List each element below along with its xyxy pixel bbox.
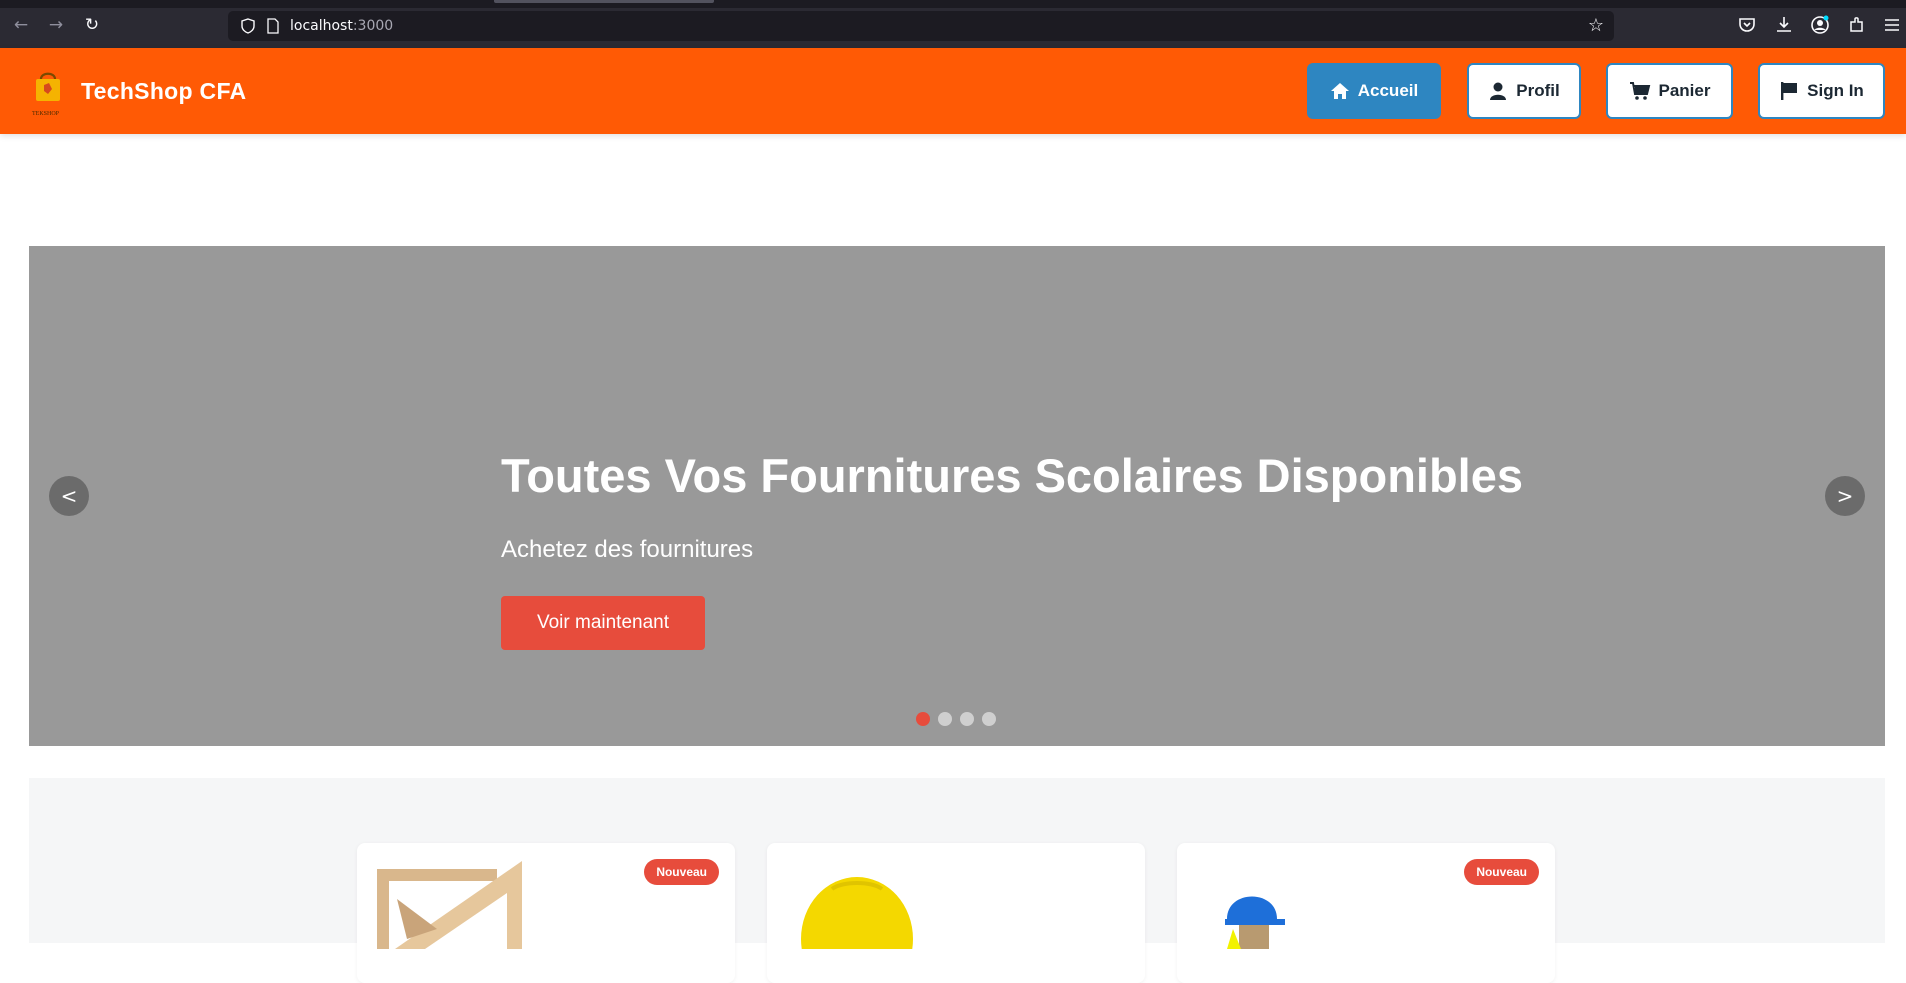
product-card[interactable]: Nouveau bbox=[357, 843, 735, 983]
menu-icon[interactable] bbox=[1881, 14, 1903, 36]
nav-accueil-button[interactable]: Accueil bbox=[1307, 63, 1441, 119]
pocket-icon[interactable] bbox=[1736, 14, 1758, 36]
site-header: TEKSHOP TechShop CFA Accueil Profil Pani… bbox=[0, 48, 1906, 134]
browser-toolbar: ← → ↻ localhost:3000 ☆ bbox=[0, 0, 1906, 48]
nav-profil-button[interactable]: Profil bbox=[1467, 63, 1581, 119]
carousel-next-button[interactable]: > bbox=[1825, 476, 1865, 516]
account-icon[interactable] bbox=[1809, 14, 1831, 36]
forward-icon[interactable]: → bbox=[45, 14, 67, 36]
extensions-icon[interactable] bbox=[1846, 14, 1868, 36]
nav-signin-label: Sign In bbox=[1807, 81, 1864, 100]
active-tab[interactable] bbox=[494, 0, 714, 3]
tab-strip bbox=[0, 0, 1906, 8]
nav-accueil-label: Accueil bbox=[1357, 81, 1419, 100]
voir-maintenant-button[interactable]: Voir maintenant bbox=[501, 596, 705, 650]
address-bar[interactable]: localhost:3000 ☆ bbox=[228, 11, 1614, 41]
ruler-set-square-image bbox=[377, 861, 522, 949]
home-icon bbox=[1330, 83, 1349, 99]
page-icon bbox=[267, 18, 279, 34]
nav-panier-label: Panier bbox=[1658, 81, 1711, 100]
carousel-dot-4[interactable] bbox=[982, 712, 996, 726]
products-section: Nouveau Nouveau bbox=[29, 778, 1885, 983]
product-card[interactable]: Nouveau bbox=[1177, 843, 1555, 983]
url-text: localhost:3000 bbox=[290, 18, 393, 34]
carousel-prev-button[interactable]: < bbox=[49, 476, 89, 516]
back-icon[interactable]: ← bbox=[10, 14, 32, 36]
nav-profil-label: Profil bbox=[1516, 81, 1560, 100]
shopping-bag-logo[interactable] bbox=[30, 69, 66, 109]
carousel-dot-3[interactable] bbox=[960, 712, 974, 726]
carousel-dot-1[interactable] bbox=[916, 712, 930, 726]
reload-icon[interactable]: ↻ bbox=[81, 14, 103, 36]
new-badge: Nouveau bbox=[1464, 859, 1539, 885]
flag-icon bbox=[1781, 82, 1798, 100]
brand-name[interactable]: TechShop CFA bbox=[81, 78, 246, 105]
url-host: localhost bbox=[290, 18, 353, 34]
carousel-dots bbox=[916, 712, 996, 726]
yellow-hard-hat-image bbox=[801, 877, 913, 949]
carousel-dot-2[interactable] bbox=[938, 712, 952, 726]
blue-hard-hat-figure-image bbox=[1225, 896, 1285, 949]
hero-carousel: Toutes Vos Fournitures Scolaires Disponi… bbox=[29, 246, 1885, 746]
logo-caption: TEKSHOP bbox=[32, 111, 60, 117]
shield-icon bbox=[241, 18, 255, 34]
nav-panier-button[interactable]: Panier bbox=[1606, 63, 1733, 119]
nav-signin-button[interactable]: Sign In bbox=[1758, 63, 1885, 119]
product-card[interactable] bbox=[767, 843, 1145, 983]
new-badge: Nouveau bbox=[644, 859, 719, 885]
hero-title: Toutes Vos Fournitures Scolaires Disponi… bbox=[501, 449, 1524, 502]
user-icon bbox=[1490, 82, 1507, 100]
downloads-icon[interactable] bbox=[1773, 14, 1795, 36]
url-port: :3000 bbox=[352, 18, 394, 34]
cart-icon bbox=[1629, 82, 1650, 100]
hero-subtitle: Achetez des fournitures bbox=[501, 536, 754, 563]
bookmark-star-icon[interactable]: ☆ bbox=[1588, 15, 1604, 36]
